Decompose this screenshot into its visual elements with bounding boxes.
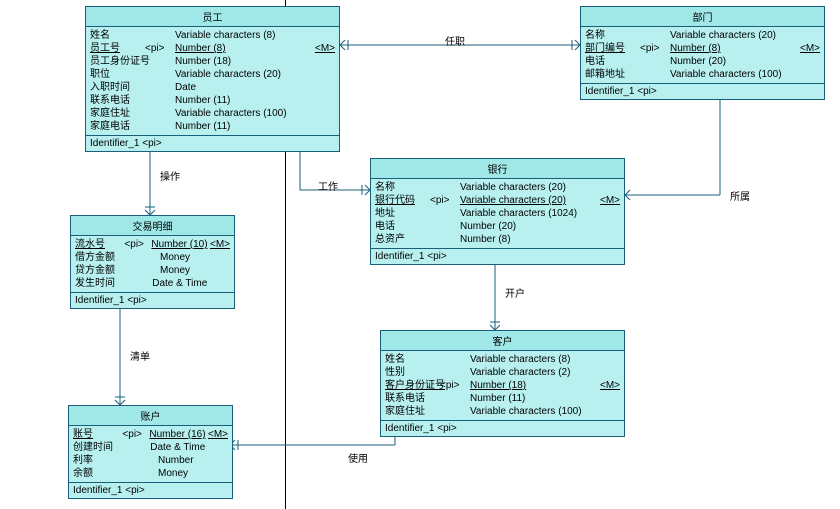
- entity-attrs: 姓名Variable characters (8)员工号<pi>Number (…: [86, 27, 339, 136]
- attr-row: 员工身份证号Number (18): [90, 55, 335, 68]
- attr-row: 贷方金额Money: [75, 264, 230, 277]
- entity-identifier: Identifier_1 <pi>: [86, 136, 339, 151]
- entity-title: 员工: [86, 7, 339, 27]
- attr-row: 余额Money: [73, 467, 228, 480]
- attr-row: 邮箱地址Variable characters (100): [585, 68, 820, 81]
- attr-row: 联系电话Number (11): [90, 94, 335, 107]
- attr-row: 银行代码<pi>Variable characters (20)<M>: [375, 194, 620, 207]
- entity-title: 部门: [581, 7, 824, 27]
- entity-attrs: 账号<pi>Number (16)<M>创建时间Date & Time利率Num…: [69, 426, 232, 483]
- attr-row: 借方金额Money: [75, 251, 230, 264]
- attr-row: 部门编号<pi>Number (8)<M>: [585, 42, 820, 55]
- entity-account[interactable]: 账户 账号<pi>Number (16)<M>创建时间Date & Time利率…: [68, 405, 233, 499]
- attr-row: 电话Number (20): [585, 55, 820, 68]
- entity-title: 银行: [371, 159, 624, 179]
- attr-row: 客户身份证号<pi>Number (18)<M>: [385, 379, 620, 392]
- entity-bank[interactable]: 银行 名称Variable characters (20)银行代码<pi>Var…: [370, 158, 625, 265]
- attr-row: 员工号<pi>Number (8)<M>: [90, 42, 335, 55]
- attr-row: 名称Variable characters (20): [375, 181, 620, 194]
- attr-row: 入职时间Date: [90, 81, 335, 94]
- rel-suoshu: 所属: [730, 188, 750, 203]
- entity-title: 交易明细: [71, 216, 234, 236]
- entity-transaction[interactable]: 交易明细 流水号<pi>Number (10)<M>借方金额Money贷方金额M…: [70, 215, 235, 309]
- attr-row: 电话Number (20): [375, 220, 620, 233]
- entity-employee[interactable]: 员工 姓名Variable characters (8)员工号<pi>Numbe…: [85, 6, 340, 152]
- entity-identifier: Identifier_1 <pi>: [71, 293, 234, 308]
- attr-row: 利率Number: [73, 454, 228, 467]
- entity-attrs: 姓名Variable characters (8)性别Variable char…: [381, 351, 624, 421]
- entity-attrs: 名称Variable characters (20)部门编号<pi>Number…: [581, 27, 824, 84]
- entity-attrs: 名称Variable characters (20)银行代码<pi>Variab…: [371, 179, 624, 249]
- attr-row: 地址Variable characters (1024): [375, 207, 620, 220]
- attr-row: 性别Variable characters (2): [385, 366, 620, 379]
- attr-row: 家庭住址Variable characters (100): [90, 107, 335, 120]
- entity-identifier: Identifier_1 <pi>: [69, 483, 232, 498]
- attr-row: 流水号<pi>Number (10)<M>: [75, 238, 230, 251]
- attr-row: 联系电话Number (11): [385, 392, 620, 405]
- attr-row: 总资产Number (8): [375, 233, 620, 246]
- attr-row: 家庭电话Number (11): [90, 120, 335, 133]
- entity-department[interactable]: 部门 名称Variable characters (20)部门编号<pi>Num…: [580, 6, 825, 100]
- rel-kaihu: 开户: [505, 285, 525, 300]
- attr-row: 姓名Variable characters (8): [90, 29, 335, 42]
- entity-customer[interactable]: 客户 姓名Variable characters (8)性别Variable c…: [380, 330, 625, 437]
- attr-row: 账号<pi>Number (16)<M>: [73, 428, 228, 441]
- attr-row: 职位Variable characters (20): [90, 68, 335, 81]
- rel-caozuo: 操作: [160, 168, 180, 183]
- entity-identifier: Identifier_1 <pi>: [371, 249, 624, 264]
- rel-shiyong: 使用: [348, 450, 368, 465]
- rel-qingdan: 清单: [130, 348, 150, 363]
- attr-row: 发生时间Date & Time: [75, 277, 230, 290]
- entity-identifier: Identifier_1 <pi>: [381, 421, 624, 436]
- entity-title: 客户: [381, 331, 624, 351]
- attr-row: 家庭住址Variable characters (100): [385, 405, 620, 418]
- entity-identifier: Identifier_1 <pi>: [581, 84, 824, 99]
- attr-row: 名称Variable characters (20): [585, 29, 820, 42]
- rel-gongzuo: 工作: [318, 178, 338, 193]
- entity-title: 账户: [69, 406, 232, 426]
- rel-renzhi: 任职: [445, 33, 465, 48]
- attr-row: 创建时间Date & Time: [73, 441, 228, 454]
- entity-attrs: 流水号<pi>Number (10)<M>借方金额Money贷方金额Money发…: [71, 236, 234, 293]
- attr-row: 姓名Variable characters (8): [385, 353, 620, 366]
